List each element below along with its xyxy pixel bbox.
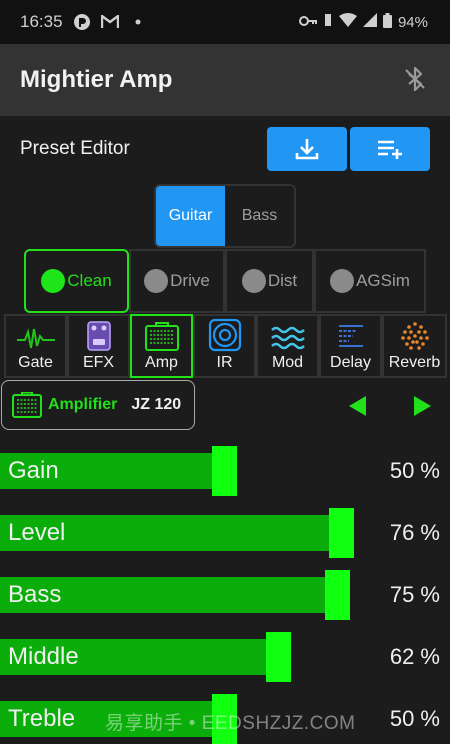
channel-label: Clean — [67, 271, 112, 290]
app-title: Mightier Amp — [20, 66, 173, 93]
effect-module-bar: Gate EFX Amp IR Mod Delay Reverb — [4, 314, 448, 378]
module-label: Gate — [18, 354, 53, 371]
param-slider-level[interactable]: Level 76 % — [0, 508, 450, 558]
amplifier-icon — [12, 392, 42, 418]
amp-model-selector[interactable]: Amplifier JZ 120 — [1, 380, 195, 430]
instrument-toggle: Guitar Bass — [154, 184, 296, 248]
add-to-playlist-button[interactable] — [350, 127, 430, 171]
slider-thumb[interactable] — [266, 632, 291, 682]
slider-thumb[interactable] — [212, 446, 237, 496]
module-label: Reverb — [388, 354, 441, 371]
status-time: 16:35 — [20, 12, 63, 31]
module-label: Amp — [145, 354, 178, 371]
playlist-add-icon — [378, 140, 402, 159]
param-slider-gain[interactable]: Gain 50 % — [0, 446, 450, 496]
channel-label: Drive — [170, 271, 210, 290]
channel-indicator-icon — [241, 269, 266, 293]
download-icon — [295, 139, 319, 160]
channel-label: Dist — [267, 271, 298, 290]
channel-indicator-icon — [144, 269, 169, 293]
module-label: Delay — [330, 354, 371, 371]
channel-indicator-icon — [330, 269, 355, 293]
channel-clean[interactable]: Clean — [24, 249, 129, 313]
bass-option[interactable]: Bass — [225, 186, 294, 246]
cell-signal-icon — [362, 13, 377, 31]
module-label: Mod — [271, 354, 304, 371]
module-ir[interactable]: IR — [193, 314, 256, 378]
channel-dist[interactable]: Dist — [225, 249, 314, 313]
module-label: EFX — [82, 354, 115, 371]
module-delay[interactable]: Delay — [319, 314, 382, 378]
param-slider-middle[interactable]: Middle 62 % — [0, 632, 450, 682]
more-notifications-dot-icon — [129, 13, 147, 31]
module-label: IR — [216, 354, 233, 371]
guitar-option[interactable]: Guitar — [156, 186, 225, 246]
app-bar: Mightier Amp — [0, 44, 450, 116]
param-name: Level — [8, 519, 66, 546]
param-value: 76 % — [389, 520, 440, 545]
param-name: Gain — [8, 457, 59, 484]
pedal-icon — [86, 321, 111, 351]
channel-agsim[interactable]: AGSim — [314, 249, 426, 313]
module-reverb[interactable]: Reverb — [382, 314, 447, 378]
module-mod[interactable]: Mod — [256, 314, 319, 378]
channel-drive[interactable]: Drive — [129, 249, 225, 313]
param-name: Middle — [8, 643, 79, 670]
next-model-icon[interactable] — [414, 396, 431, 416]
slider-thumb[interactable] — [329, 508, 354, 558]
module-gate[interactable]: Gate — [4, 314, 67, 378]
status-bar: 16:35 94% — [0, 0, 450, 44]
notification-app-icon — [73, 13, 91, 31]
channel-active-indicator-icon — [41, 269, 66, 293]
param-value: 50 % — [389, 706, 440, 731]
speaker-cabinet-icon — [208, 318, 241, 352]
channel-label: AGSim — [356, 271, 410, 290]
param-value: 75 % — [389, 582, 440, 607]
vibrate-icon — [323, 13, 333, 31]
param-value: 62 % — [389, 644, 440, 669]
wifi-icon — [338, 13, 357, 31]
key-icon — [298, 14, 317, 31]
gmail-icon — [100, 13, 119, 31]
amp-model-name: JZ 120 — [131, 396, 182, 413]
amplifier-icon — [144, 322, 179, 351]
previous-model-icon[interactable] — [349, 396, 366, 416]
download-preset-button[interactable] — [267, 127, 347, 171]
gate-waveform-icon — [16, 328, 55, 349]
param-name: Bass — [8, 581, 62, 608]
reverb-dots-icon — [400, 322, 429, 350]
param-slider-bass[interactable]: Bass 75 % — [0, 570, 450, 620]
slider-thumb[interactable] — [324, 570, 350, 620]
param-name: Treble — [8, 705, 76, 732]
module-type-label: Amplifier — [48, 396, 118, 413]
channel-selector: Clean Drive Dist AGSim — [24, 249, 426, 313]
param-value: 50 % — [389, 458, 440, 483]
bluetooth-disabled-icon[interactable] — [400, 64, 430, 94]
battery-percent: 94% — [397, 13, 428, 31]
preset-editor-label: Preset Editor — [20, 138, 130, 159]
modulation-wave-icon — [270, 326, 305, 350]
battery-icon — [382, 12, 392, 32]
delay-bars-icon — [338, 325, 363, 347]
module-amp[interactable]: Amp — [130, 314, 193, 378]
watermark: 易享助手 • EEDSHZJZ.COM — [105, 713, 356, 734]
module-efx[interactable]: EFX — [67, 314, 130, 378]
